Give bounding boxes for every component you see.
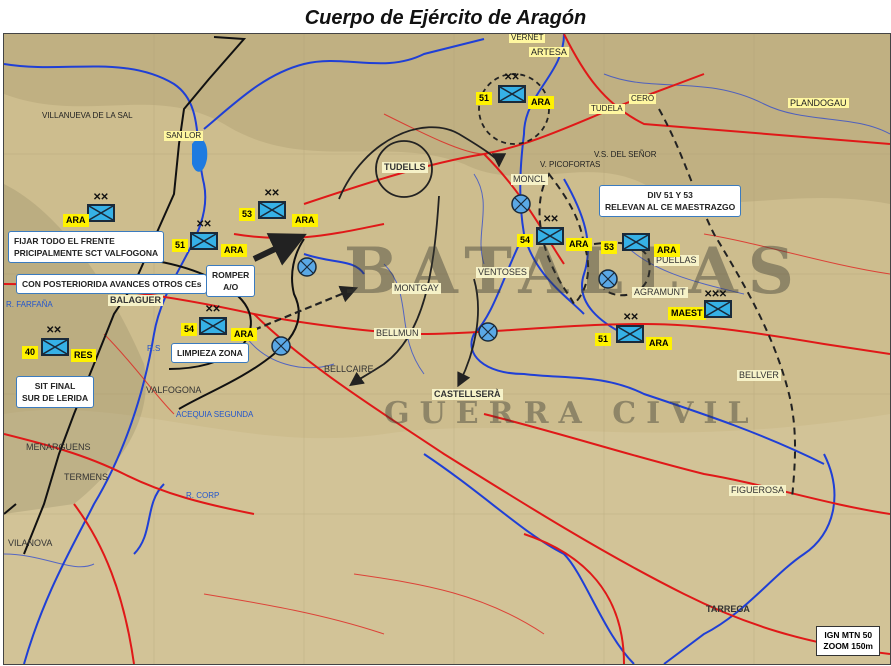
unit-division-symbol[interactable] — [87, 204, 115, 222]
unit-size-marker: ✕✕ — [543, 214, 559, 225]
unit-division-symbol[interactable] — [258, 201, 286, 219]
place-s-senor: V.S. DEL SEÑOR — [594, 150, 657, 159]
unit-size-marker: ✕✕ — [264, 188, 280, 199]
unit-corps-symbol[interactable] — [704, 300, 732, 318]
unit-number: 40 — [22, 346, 39, 359]
callout-fijar-line2: PRICIPALMENTE SCT VALFOGONA — [14, 248, 159, 258]
place-tudells: TUDELLS — [382, 162, 428, 173]
place-villanueva: VILLANUEVA DE LA SAL — [42, 111, 133, 120]
place-balaguer: BALAGUER — [108, 295, 163, 306]
place-san-lorenzo: SAN LOR — [164, 131, 204, 141]
unit-division-symbol[interactable] — [498, 85, 526, 103]
unit-number: 54 — [517, 234, 534, 247]
place-bellcaire: BELLCAIRE — [324, 364, 374, 374]
unit-size-marker: ✕✕ — [504, 72, 520, 83]
unit-division-symbol[interactable] — [622, 233, 650, 251]
unit-number: 54 — [181, 323, 198, 336]
callout-fijar-frente: FIJAR TODO EL FRENTE PRICIPALMENTE SCT V… — [8, 231, 165, 263]
place-termens: TERMENS — [64, 472, 109, 482]
unit-size-marker: ✕✕ — [623, 312, 639, 323]
callout-fijar-line1: FIJAR TODO EL FRENTE — [14, 236, 115, 246]
unit-label: ARA — [63, 214, 89, 227]
callout-sit-final: SIT FINAL SUR DE LERIDA — [16, 376, 95, 408]
callout-limpieza: LIMPIEZA ZONA — [171, 343, 249, 363]
place-bellmun: BELLMUN — [374, 328, 421, 339]
map-source-line1: IGN MTN 50 — [824, 630, 873, 640]
callout-sit-line2: SUR DE LERIDA — [22, 393, 89, 403]
unit-number: 51 — [172, 239, 189, 252]
unit-number: 53 — [601, 241, 618, 254]
place-tarrega: TARREGA — [706, 604, 750, 614]
unit-number: 51 — [595, 333, 612, 346]
map-title: Cuerpo de Ejército de Aragón — [304, 7, 587, 29]
callout-div-relevan: DIV 51 Y 53 RELEVAN AL CE MAESTRAZGO — [599, 185, 742, 217]
place-picofortas: V. PICOFORTAS — [540, 160, 601, 169]
unit-number: 51 — [476, 92, 493, 105]
river-farfana-label: R. FARFAÑA — [6, 300, 53, 309]
place-vernet: VERNET — [509, 33, 546, 43]
place-castellsera: CASTELLSERÀ — [432, 389, 503, 400]
map-source-line2: ZOOM 150m — [823, 641, 873, 651]
place-bellver: BELLVER — [737, 370, 781, 381]
place-vilanova: VILANOVA — [8, 538, 53, 548]
unit-size-marker: ✕✕ — [93, 192, 109, 203]
place-ventoses: VENTOSES — [476, 267, 529, 278]
map-source-box: IGN MTN 50 ZOOM 150m — [816, 626, 880, 656]
map-canvas[interactable]: BATALLAS GUERRA CIVIL VERNET ARTESA TUDE… — [3, 33, 891, 665]
place-tudela: TUDELA — [589, 104, 625, 114]
callout-romper-line2: A/O — [223, 282, 239, 292]
unit-size-marker: ✕✕ — [196, 219, 212, 230]
unit-division-symbol[interactable] — [190, 232, 218, 250]
place-cero: CERÓ — [629, 94, 657, 104]
callout-romper-line1: ROMPER — [212, 270, 250, 280]
unit-label: ARA — [646, 337, 672, 350]
river-rs-label: R.S — [147, 344, 161, 353]
callout-romper: ROMPER A/O — [206, 265, 256, 297]
unit-division-symbol[interactable] — [536, 227, 564, 245]
unit-division-symbol[interactable] — [616, 325, 644, 343]
map-drawing — [4, 34, 890, 664]
place-valfogona: VALFOGONA — [146, 385, 202, 395]
watermark-sub: GUERRA CIVIL — [384, 396, 759, 431]
unit-size-marker: ✕✕✕ — [704, 289, 727, 300]
callout-div-line1: DIV 51 Y 53 — [647, 190, 693, 200]
unit-number: 53 — [239, 208, 256, 221]
unit-number: MAEST — [668, 307, 706, 320]
callout-posterioridad: CON POSTERIORIDA AVANCES OTROS CEs — [16, 274, 208, 294]
place-agramunt: AGRAMUNT — [632, 287, 688, 298]
unit-label: ARA — [566, 238, 592, 251]
acequia-label: ACEQUIA SEGUNDA — [176, 410, 254, 419]
unit-size-marker: ✕✕ — [205, 304, 221, 315]
place-figuerosa: FIGUEROSA — [729, 485, 787, 496]
unit-division-symbol[interactable] — [41, 338, 69, 356]
unit-label: RES — [71, 349, 96, 362]
place-menarguens: MENARGUENS — [26, 442, 91, 452]
place-plandogau: PLANDOGAU — [788, 98, 849, 108]
unit-division-symbol[interactable] — [199, 317, 227, 335]
unit-size-marker: ✕✕ — [46, 325, 62, 336]
place-montgay: MONTGAY — [392, 283, 441, 294]
callout-div-line2: RELEVAN AL CE MAESTRAZGO — [605, 202, 736, 212]
unit-label: ARA — [231, 328, 257, 341]
unit-label: ARA — [654, 244, 680, 257]
place-artesa: ARTESA — [529, 47, 569, 57]
river-corp-label: R. CORP — [186, 491, 220, 500]
place-moncl: MONCL — [511, 174, 548, 185]
unit-label: ARA — [292, 214, 318, 227]
unit-label: ARA — [221, 244, 247, 257]
callout-sit-line1: SIT FINAL — [34, 381, 76, 391]
unit-label: ARA — [528, 96, 554, 109]
